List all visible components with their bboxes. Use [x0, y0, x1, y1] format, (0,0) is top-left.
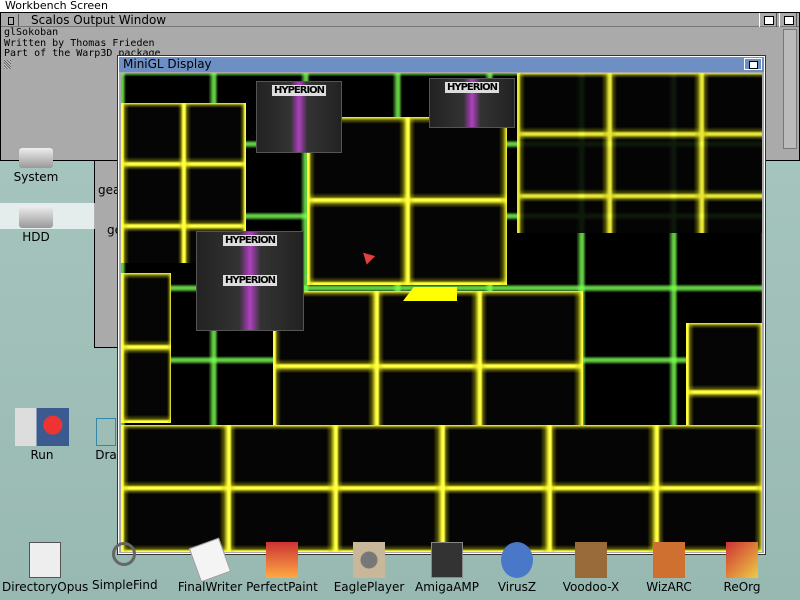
dock-wizarc[interactable]: WizARC — [638, 542, 700, 594]
speaker-icon — [353, 542, 385, 578]
dock-voodoo-x[interactable]: Voodoo-X — [558, 542, 624, 594]
window-text: gea — [98, 183, 121, 197]
icon-system[interactable]: System — [8, 148, 64, 184]
dock-amigaamp[interactable]: AmigaAMP — [414, 542, 480, 594]
crate: HYPERION — [429, 78, 515, 128]
stereo-icon — [431, 542, 463, 578]
depth-icon[interactable] — [744, 58, 762, 70]
dock-eagleplayer[interactable]: EaglePlayer — [330, 542, 408, 594]
minigl-display-window[interactable]: MiniGL Display HYPERION HYPERION HYPERIO… — [117, 55, 766, 555]
box-icon — [575, 542, 607, 578]
drawer-icon — [96, 418, 116, 446]
dock-finalwriter[interactable]: FinalWriter — [170, 537, 250, 594]
dock-bar: DirectoryOpus SimpleFind FinalWriter Per… — [0, 537, 800, 600]
screen-title: Workbench Screen — [5, 0, 108, 12]
wall-block — [121, 425, 762, 552]
game-viewport[interactable]: HYPERION HYPERION HYPERION HYPERION — [121, 73, 762, 552]
drive-icon — [19, 148, 53, 168]
depth-icon[interactable] — [779, 13, 797, 27]
paper-icon — [188, 537, 232, 583]
drive-icon — [19, 206, 53, 228]
close-icon[interactable] — [3, 14, 19, 26]
computer-icon — [15, 408, 69, 446]
dock-directoryopus[interactable]: DirectoryOpus — [2, 542, 88, 594]
window-title: Scalos Output Window — [31, 13, 167, 27]
crate: HYPERION — [256, 81, 342, 153]
dock-simplefind[interactable]: SimpleFind — [92, 542, 158, 592]
window-title: MiniGL Display — [123, 57, 212, 71]
window-title-bar[interactable]: Scalos Output Window — [1, 13, 799, 27]
dock-reorg[interactable]: ReOrg — [712, 542, 772, 594]
bug-icon — [501, 542, 533, 578]
zoom-icon[interactable] — [759, 13, 777, 27]
magnifier-icon — [112, 542, 136, 566]
wall-block — [517, 73, 762, 233]
scrollbar[interactable] — [783, 29, 797, 149]
dock-virusz[interactable]: VirusZ — [484, 542, 550, 594]
crate: HYPERION HYPERION — [196, 231, 304, 331]
wall-block — [273, 291, 583, 443]
icon-hdd[interactable]: HDD — [8, 206, 64, 244]
dock-perfectpaint[interactable]: PerfectPaint — [244, 542, 320, 594]
broom-icon — [726, 542, 758, 578]
icon-drawer[interactable]: Dra — [94, 418, 118, 462]
file-manager-icon — [29, 542, 61, 578]
paint-icon — [266, 542, 298, 578]
window-title-bar[interactable]: MiniGL Display — [119, 57, 764, 72]
icon-run[interactable]: Run — [12, 408, 72, 462]
archive-icon — [653, 542, 685, 578]
text-cursor — [4, 59, 11, 69]
screen-title-bar: Workbench Screen — [0, 0, 800, 12]
wall-block — [121, 273, 171, 423]
